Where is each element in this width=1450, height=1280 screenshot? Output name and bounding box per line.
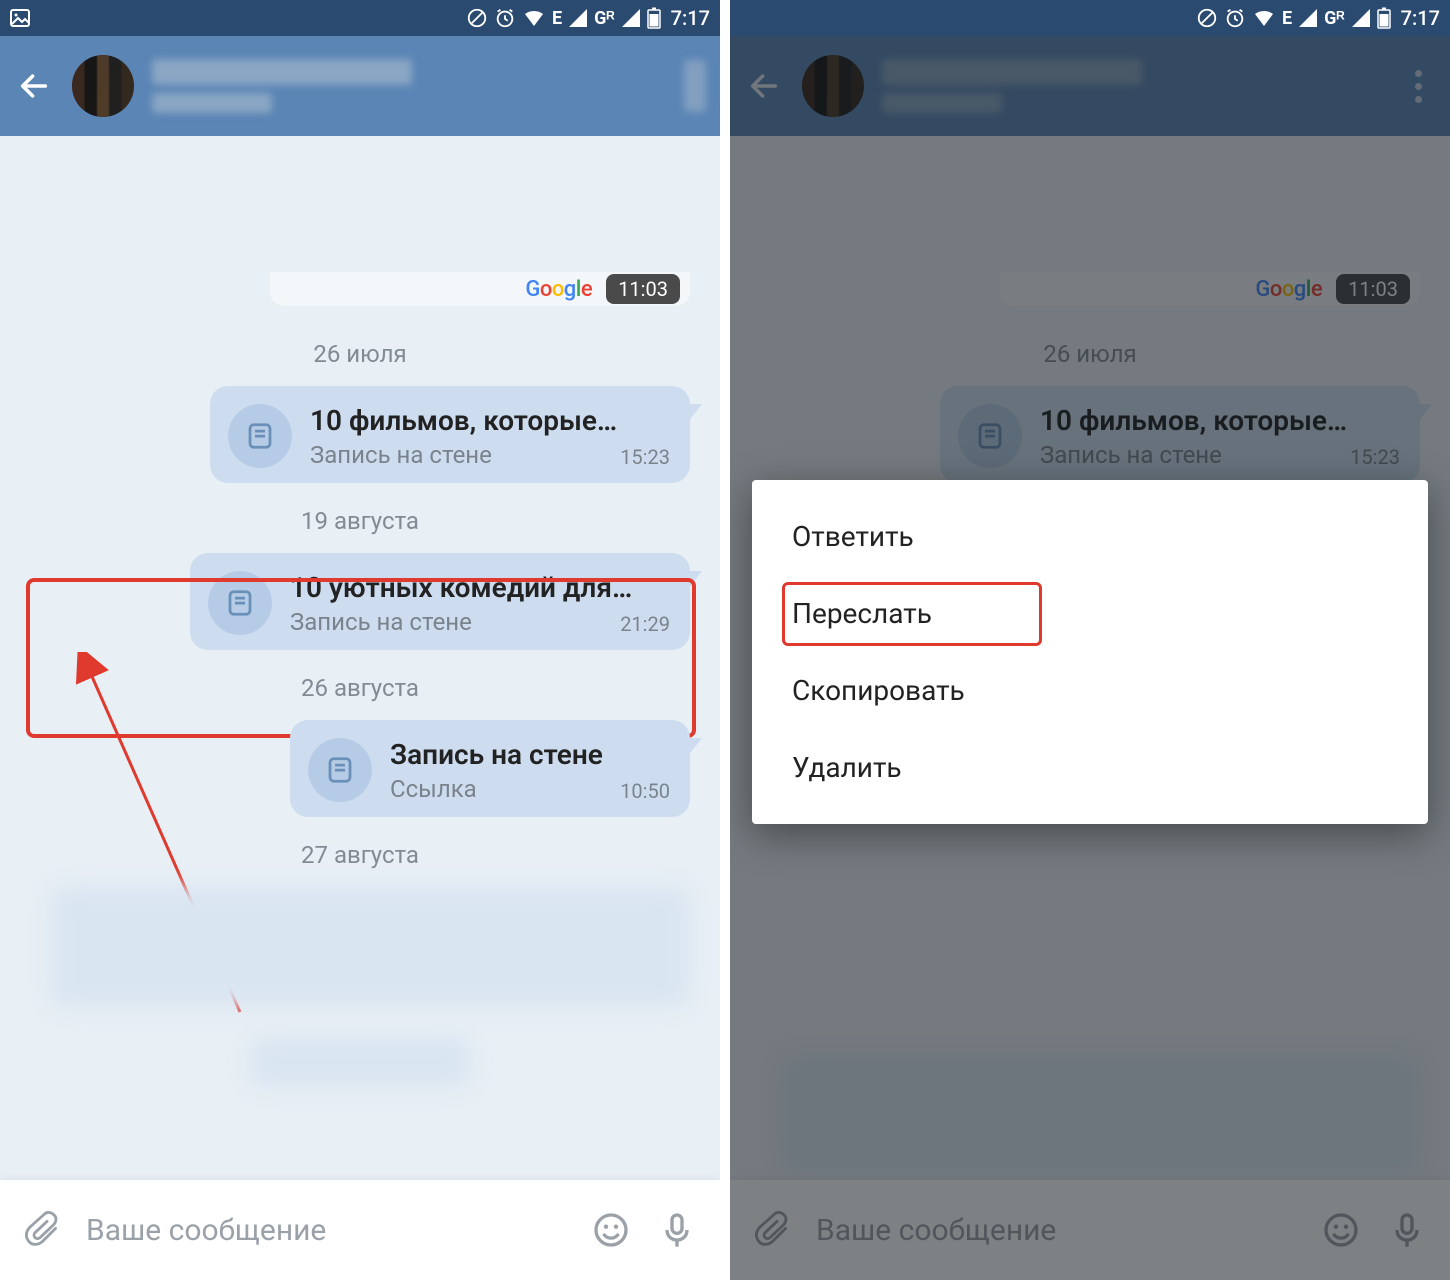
- date-separator: 26 июля: [0, 340, 720, 368]
- message-context-menu: Ответить Переслать Скопировать Удалить: [752, 480, 1428, 824]
- battery-icon: [1377, 7, 1391, 29]
- alarm-icon: [1224, 7, 1246, 29]
- menu-item-forward[interactable]: Переслать: [752, 575, 1428, 652]
- date-separator: 27 августа: [0, 841, 720, 869]
- message-title: Запись на стене: [390, 738, 670, 771]
- contact-name-blurred: [152, 59, 412, 85]
- image-icon: [8, 6, 32, 30]
- wall-post-icon: [228, 404, 292, 468]
- status-bar: E Gᴿ 7:17: [0, 0, 720, 36]
- date-separator: 26 августа: [0, 674, 720, 702]
- message-bubble[interactable]: 10 уютных комедий для… Запись на стене 2…: [190, 553, 690, 650]
- message-bubble[interactable]: 10 фильмов, которые… Запись на стене 15:…: [210, 386, 690, 483]
- message-blurred[interactable]: [250, 1037, 470, 1087]
- net-type-label: E: [1282, 8, 1292, 29]
- menu-item-delete[interactable]: Удалить: [752, 729, 1428, 806]
- google-logo: Google: [525, 277, 592, 302]
- map-message-remnant[interactable]: Google 11:03: [270, 272, 690, 306]
- message-bubble[interactable]: Запись на стене Ссылка 10:50: [290, 720, 690, 817]
- status-time: 7:17: [671, 6, 710, 30]
- gr-label: Gᴿ: [1324, 8, 1345, 29]
- attach-icon[interactable]: [20, 1207, 66, 1253]
- message-time: 15:23: [620, 445, 670, 469]
- signal2-icon: [1351, 8, 1371, 28]
- emoji-icon[interactable]: [588, 1207, 634, 1253]
- message-subtitle: Ссылка: [390, 775, 477, 803]
- battery-icon: [647, 7, 661, 29]
- no-sign-icon: [466, 7, 488, 29]
- no-sign-icon: [1196, 7, 1218, 29]
- message-input[interactable]: Ваше сообщение: [86, 1213, 568, 1248]
- voice-icon[interactable]: [654, 1207, 700, 1253]
- message-subtitle: Запись на стене: [310, 441, 492, 469]
- message-title: 10 фильмов, которые…: [310, 404, 670, 437]
- contact-status-blurred: [152, 93, 272, 113]
- message-subtitle: Запись на стене: [290, 608, 472, 636]
- status-bar: E Gᴿ 7:17: [730, 0, 1450, 36]
- wall-post-icon: [208, 571, 272, 635]
- signal-icon: [568, 8, 588, 28]
- gr-label: Gᴿ: [594, 8, 615, 29]
- message-title: 10 уютных комедий для…: [290, 571, 670, 604]
- net-type-label: E: [552, 8, 562, 29]
- message-blurred[interactable]: [50, 887, 690, 1007]
- signal2-icon: [621, 8, 641, 28]
- chat-header: [0, 36, 720, 136]
- wall-post-icon: [308, 738, 372, 802]
- menu-item-reply[interactable]: Ответить: [752, 498, 1428, 575]
- menu-item-copy[interactable]: Скопировать: [752, 652, 1428, 729]
- message-time: 10:50: [620, 779, 670, 803]
- header-action-blurred[interactable]: [684, 60, 706, 112]
- chat-messages[interactable]: Google 11:03 26 июля 10 фильмов, которые…: [0, 272, 720, 1087]
- wifi-icon: [522, 6, 546, 30]
- back-button[interactable]: [14, 66, 54, 106]
- wifi-icon: [1252, 6, 1276, 30]
- message-time: 21:29: [620, 612, 670, 636]
- phone-right: E Gᴿ 7:17 Google: [730, 0, 1450, 1280]
- map-time-badge: 11:03: [606, 274, 680, 304]
- date-separator: 19 августа: [0, 507, 720, 535]
- message-input-bar: Ваше сообщение: [0, 1180, 720, 1280]
- status-time: 7:17: [1401, 6, 1440, 30]
- phone-left: E Gᴿ 7:17 Google: [0, 0, 720, 1280]
- alarm-icon: [494, 7, 516, 29]
- contact-avatar[interactable]: [72, 55, 134, 117]
- signal-icon: [1298, 8, 1318, 28]
